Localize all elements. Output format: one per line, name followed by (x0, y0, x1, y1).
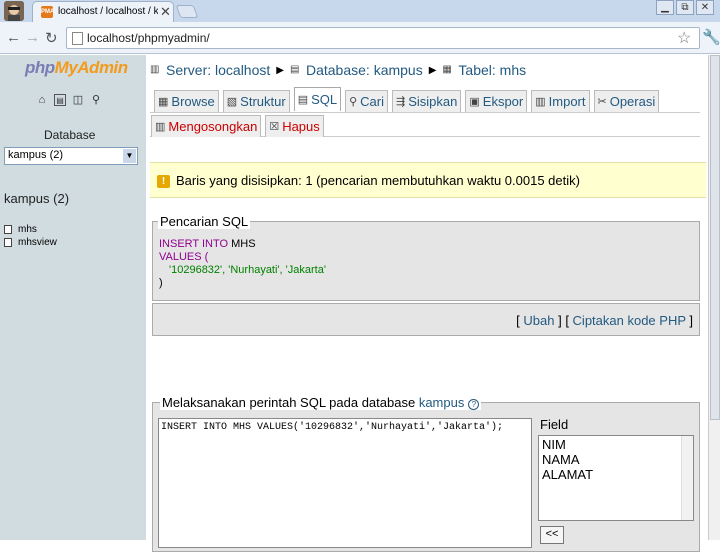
table-list-item[interactable]: mhsview (4, 237, 57, 248)
browser-toolbar: ← → ↻ localhost/phpmyadmin/ ☆ (0, 22, 720, 54)
sql-query-actions: [ Ubah ] [ Ciptakan kode PHP ] (152, 303, 700, 336)
tab-sisipkan[interactable]: ⇶ Sisipkan (392, 90, 462, 112)
table-list-item[interactable]: mhs (4, 224, 37, 235)
breadcrumb-server[interactable]: Server: localhost (166, 62, 270, 78)
tab-sql[interactable]: ▤ SQL (293, 87, 342, 111)
breadcrumb-table[interactable]: Tabel: mhs (458, 62, 526, 78)
tab-mengosongkan[interactable]: ▥ Mengosongkan (151, 115, 262, 137)
tab-import[interactable]: ▥ Import (531, 90, 590, 112)
database-label: Database (44, 128, 96, 142)
home-icon[interactable]: ⌂ (36, 94, 48, 106)
message-text: Baris yang disisipkan: 1 (pencarian memb… (176, 173, 580, 188)
sql-query-legend: Pencarian SQL (158, 214, 251, 229)
field-option[interactable]: ALAMAT (542, 467, 690, 482)
breadcrumb-database[interactable]: Database: kampus (306, 62, 423, 78)
help-icon[interactable]: ? (468, 399, 480, 410)
table-icon (4, 238, 12, 247)
empty-icon: ▥ (155, 121, 166, 133)
notice-icon: ! (157, 175, 170, 188)
scrollbar-thumb[interactable] (710, 55, 720, 420)
pma-favicon-icon: PMA (41, 6, 54, 18)
page-icon (72, 32, 83, 45)
window-controls: ▁ ⧉ ✕ (656, 0, 714, 16)
browser-tab-bar: PMA localhost / localhost / kampus ✕ ▁ ⧉… (0, 0, 720, 22)
edit-query-link[interactable]: Ubah (523, 313, 554, 328)
tab-title: localhost / localhost / kampus (58, 6, 158, 17)
table-icon: ▦ (442, 64, 452, 75)
import-icon: ▥ (535, 96, 546, 108)
field-listbox[interactable]: NIM NAMA ALAMAT (538, 435, 694, 521)
docs-icon[interactable]: ◫ (72, 94, 84, 106)
breadcrumb-arrow-icon: ▶ (276, 64, 284, 76)
browser-tab[interactable]: PMA localhost / localhost / kampus ✕ (32, 1, 174, 22)
new-tab-button[interactable] (175, 5, 199, 18)
breadcrumb: ▥ Server: localhost ▶ ▤ Database: kampus… (150, 62, 526, 78)
address-bar[interactable]: localhost/phpmyadmin/ ☆ (66, 27, 700, 49)
bookmark-star-icon[interactable]: ☆ (677, 28, 691, 48)
tabs-divider (150, 112, 700, 113)
help-icon[interactable]: ⚲ (90, 94, 102, 106)
tab-hapus[interactable]: ☒ Hapus (265, 115, 324, 137)
forward-arrow-icon[interactable]: → (25, 29, 40, 46)
maximize-button[interactable]: ⧉ (676, 0, 694, 15)
avatar-face-icon (4, 1, 24, 21)
minimize-button[interactable]: ▁ (656, 0, 674, 15)
field-option[interactable]: NIM (542, 437, 690, 452)
structure-icon: ▧ (226, 96, 238, 108)
tab-struktur[interactable]: ▧ Struktur (222, 90, 290, 112)
insert-icon: ⇶ (396, 96, 406, 108)
sql-icon: ▤ (297, 94, 309, 106)
tab-ekspor[interactable]: ▣ Ekspor (465, 90, 528, 112)
field-option[interactable]: NAMA (542, 452, 690, 467)
sql-query-links: [ Ubah ] [ Ciptakan kode PHP ] (516, 313, 693, 328)
tab-cari[interactable]: ⚲ Cari (345, 90, 389, 112)
breadcrumb-arrow-icon: ▶ (428, 64, 437, 76)
create-php-code-link[interactable]: Ciptakan kode PHP (573, 313, 686, 328)
navigation-panel: phpMyAdmin ⌂ ▤ ◫ ⚲ Database kampus (2) ▼… (0, 55, 146, 540)
table-icon (4, 225, 12, 234)
close-window-button[interactable]: ✕ (696, 0, 714, 15)
database-icon: ▤ (289, 64, 300, 75)
search-icon: ⚲ (349, 96, 358, 108)
reload-icon[interactable]: ↻ (45, 29, 58, 47)
drop-icon: ☒ (269, 121, 280, 133)
result-message: ! Baris yang disisipkan: 1 (pencarian me… (150, 162, 706, 198)
chevron-down-icon: ▼ (123, 149, 136, 163)
database-heading[interactable]: kampus (2) (4, 191, 69, 206)
url-text[interactable]: localhost/phpmyadmin/ (87, 31, 210, 45)
page-scrollbar[interactable] (708, 55, 720, 540)
insert-field-button[interactable]: << (540, 526, 564, 544)
back-arrow-icon[interactable]: ← (6, 29, 21, 46)
export-icon: ▣ (469, 96, 480, 108)
sql-query-textarea[interactable]: INSERT INTO MHS VALUES('10296832','Nurha… (158, 418, 532, 548)
server-icon: ▥ (150, 64, 160, 75)
user-avatar[interactable] (4, 1, 24, 21)
field-label: Field (540, 417, 569, 432)
listbox-scrollbar[interactable] (681, 436, 693, 520)
tab-close-icon[interactable]: ✕ (160, 4, 171, 20)
wrench-menu-icon[interactable]: 🔧 (702, 28, 720, 46)
operations-icon: ✂ (597, 96, 607, 108)
run-sql-legend: Melaksanakan perintah SQL pada database … (160, 395, 482, 410)
database-link[interactable]: kampus (419, 395, 465, 410)
tab-row-main: ▦ Browse ▧ Struktur ▤ SQL ⚲ Cari ⇶ Sisipkan ▣… (154, 87, 660, 112)
tab-operasi[interactable]: ✂ Operasi (593, 90, 660, 112)
database-select[interactable]: kampus (2) ▼ (4, 147, 138, 165)
sql-query-window-icon[interactable]: ▤ (54, 94, 66, 106)
tab-browse[interactable]: ▦ Browse (154, 90, 219, 112)
nav-icon-row: ⌂ ▤ ◫ ⚲ (36, 94, 102, 106)
browse-icon: ▦ (158, 96, 169, 108)
sql-query-box: INSERT INTO MHS VALUES ( '10296832', 'Nu… (152, 221, 700, 301)
tab-row-secondary: ▥ Mengosongkan ☒ Hapus (151, 115, 324, 137)
phpmyadmin-logo[interactable]: phpMyAdmin (25, 58, 128, 78)
sql-query-code: INSERT INTO MHS VALUES ( '10296832', 'Nu… (159, 238, 326, 289)
